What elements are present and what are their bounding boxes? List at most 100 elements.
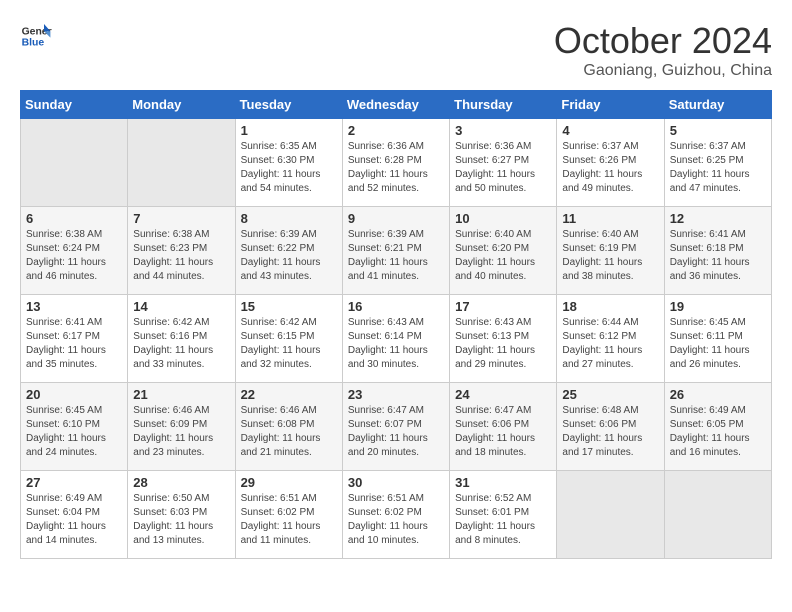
day-info: Sunrise: 6:49 AM Sunset: 6:05 PM Dayligh… [670, 404, 766, 460]
calendar-cell: 11 Sunrise: 6:40 AM Sunset: 6:19 PM Dayli… [557, 207, 664, 295]
weekday-header: Thursday [450, 91, 557, 119]
calendar-week-row: 20 Sunrise: 6:45 AM Sunset: 6:10 PM Dayli… [21, 383, 772, 471]
svg-text:Blue: Blue [22, 38, 45, 49]
day-number: 1 [241, 123, 337, 138]
calendar-cell: 2 Sunrise: 6:36 AM Sunset: 6:28 PM Daylig… [342, 119, 449, 207]
weekday-header: Monday [128, 91, 235, 119]
title-block: October 2024 Gaoniang, Guizhou, China [554, 20, 772, 80]
day-info: Sunrise: 6:49 AM Sunset: 6:04 PM Dayligh… [26, 492, 122, 548]
calendar-week-row: 13Sunrise: 6:41 AM Sunset: 6:17 PM Dayli… [21, 295, 772, 383]
weekday-header: Friday [557, 91, 664, 119]
day-info: Sunrise: 6:37 AM Sunset: 6:25 PM Dayligh… [670, 140, 766, 196]
calendar-week-row: 27 Sunrise: 6:49 AM Sunset: 6:04 PM Dayli… [21, 471, 772, 559]
calendar-cell: 30 Sunrise: 6:51 AM Sunset: 6:02 PM Dayli… [342, 471, 449, 559]
calendar-cell: 24Sunrise: 6:47 AM Sunset: 6:06 PM Dayli… [450, 383, 557, 471]
day-info: Sunrise: 6:44 AM Sunset: 6:12 PM Dayligh… [562, 316, 658, 372]
calendar-cell: 7 Sunrise: 6:38 AM Sunset: 6:23 PM Daylig… [128, 207, 235, 295]
calendar-cell: 28 Sunrise: 6:50 AM Sunset: 6:03 PM Dayli… [128, 471, 235, 559]
calendar-cell: 8 Sunrise: 6:39 AM Sunset: 6:22 PM Daylig… [235, 207, 342, 295]
day-info: Sunrise: 6:40 AM Sunset: 6:19 PM Dayligh… [562, 228, 658, 284]
day-info: Sunrise: 6:38 AM Sunset: 6:23 PM Dayligh… [133, 228, 229, 284]
day-number: 10 [455, 211, 551, 226]
calendar-cell: 4 Sunrise: 6:37 AM Sunset: 6:26 PM Daylig… [557, 119, 664, 207]
day-number: 28 [133, 475, 229, 490]
day-info: Sunrise: 6:36 AM Sunset: 6:27 PM Dayligh… [455, 140, 551, 196]
calendar-cell: 16 Sunrise: 6:43 AM Sunset: 6:14 PM Dayli… [342, 295, 449, 383]
day-number: 26 [670, 387, 766, 402]
day-info: Sunrise: 6:42 AM Sunset: 6:16 PM Dayligh… [133, 316, 229, 372]
calendar-cell [128, 119, 235, 207]
day-number: 29 [241, 475, 337, 490]
day-number: 17 [455, 299, 551, 314]
day-number: 21 [133, 387, 229, 402]
calendar-cell [21, 119, 128, 207]
logo: General Blue [20, 20, 52, 52]
day-number: 23 [348, 387, 444, 402]
calendar-week-row: 6 Sunrise: 6:38 AM Sunset: 6:24 PM Daylig… [21, 207, 772, 295]
day-number: 4 [562, 123, 658, 138]
weekday-header: Tuesday [235, 91, 342, 119]
day-info: Sunrise: 6:43 AM Sunset: 6:14 PM Dayligh… [348, 316, 444, 372]
calendar-cell: 1 Sunrise: 6:35 AM Sunset: 6:30 PM Daylig… [235, 119, 342, 207]
day-number: 25 [562, 387, 658, 402]
day-info: Sunrise: 6:51 AM Sunset: 6:02 PM Dayligh… [348, 492, 444, 548]
logo-icon: General Blue [20, 20, 52, 52]
day-info: Sunrise: 6:37 AM Sunset: 6:26 PM Dayligh… [562, 140, 658, 196]
day-number: 11 [562, 211, 658, 226]
day-number: 15 [241, 299, 337, 314]
calendar-cell: 21 Sunrise: 6:46 AM Sunset: 6:09 PM Dayli… [128, 383, 235, 471]
calendar-cell: 6 Sunrise: 6:38 AM Sunset: 6:24 PM Daylig… [21, 207, 128, 295]
calendar-cell: 14 Sunrise: 6:42 AM Sunset: 6:16 PM Dayli… [128, 295, 235, 383]
day-info: Sunrise: 6:35 AM Sunset: 6:30 PM Dayligh… [241, 140, 337, 196]
day-number: 30 [348, 475, 444, 490]
calendar-cell: 13Sunrise: 6:41 AM Sunset: 6:17 PM Dayli… [21, 295, 128, 383]
day-info: Sunrise: 6:52 AM Sunset: 6:01 PM Dayligh… [455, 492, 551, 548]
month-title: October 2024 [554, 20, 772, 62]
calendar-cell: 18Sunrise: 6:44 AM Sunset: 6:12 PM Dayli… [557, 295, 664, 383]
calendar-cell: 3 Sunrise: 6:36 AM Sunset: 6:27 PM Daylig… [450, 119, 557, 207]
weekday-header: Sunday [21, 91, 128, 119]
day-number: 27 [26, 475, 122, 490]
day-number: 24 [455, 387, 551, 402]
day-number: 20 [26, 387, 122, 402]
day-info: Sunrise: 6:48 AM Sunset: 6:06 PM Dayligh… [562, 404, 658, 460]
day-number: 3 [455, 123, 551, 138]
day-number: 8 [241, 211, 337, 226]
calendar-cell: 27 Sunrise: 6:49 AM Sunset: 6:04 PM Dayli… [21, 471, 128, 559]
day-number: 22 [241, 387, 337, 402]
day-info: Sunrise: 6:46 AM Sunset: 6:09 PM Dayligh… [133, 404, 229, 460]
day-info: Sunrise: 6:47 AM Sunset: 6:07 PM Dayligh… [348, 404, 444, 460]
day-number: 12 [670, 211, 766, 226]
day-info: Sunrise: 6:45 AM Sunset: 6:11 PM Dayligh… [670, 316, 766, 372]
calendar-table: SundayMondayTuesdayWednesdayThursdayFrid… [20, 90, 772, 559]
day-info: Sunrise: 6:38 AM Sunset: 6:24 PM Dayligh… [26, 228, 122, 284]
day-number: 31 [455, 475, 551, 490]
day-number: 5 [670, 123, 766, 138]
day-info: Sunrise: 6:46 AM Sunset: 6:08 PM Dayligh… [241, 404, 337, 460]
day-info: Sunrise: 6:39 AM Sunset: 6:22 PM Dayligh… [241, 228, 337, 284]
day-info: Sunrise: 6:36 AM Sunset: 6:28 PM Dayligh… [348, 140, 444, 196]
day-number: 2 [348, 123, 444, 138]
calendar-week-row: 1 Sunrise: 6:35 AM Sunset: 6:30 PM Daylig… [21, 119, 772, 207]
day-number: 14 [133, 299, 229, 314]
day-info: Sunrise: 6:51 AM Sunset: 6:02 PM Dayligh… [241, 492, 337, 548]
calendar-cell: 23 Sunrise: 6:47 AM Sunset: 6:07 PM Dayli… [342, 383, 449, 471]
day-number: 16 [348, 299, 444, 314]
calendar-cell [664, 471, 771, 559]
calendar-cell: 25 Sunrise: 6:48 AM Sunset: 6:06 PM Dayli… [557, 383, 664, 471]
day-info: Sunrise: 6:45 AM Sunset: 6:10 PM Dayligh… [26, 404, 122, 460]
day-info: Sunrise: 6:39 AM Sunset: 6:21 PM Dayligh… [348, 228, 444, 284]
day-info: Sunrise: 6:42 AM Sunset: 6:15 PM Dayligh… [241, 316, 337, 372]
calendar-cell: 29 Sunrise: 6:51 AM Sunset: 6:02 PM Dayli… [235, 471, 342, 559]
day-number: 7 [133, 211, 229, 226]
calendar-cell: 22 Sunrise: 6:46 AM Sunset: 6:08 PM Dayli… [235, 383, 342, 471]
calendar-cell: 31 Sunrise: 6:52 AM Sunset: 6:01 PM Dayli… [450, 471, 557, 559]
day-info: Sunrise: 6:43 AM Sunset: 6:13 PM Dayligh… [455, 316, 551, 372]
day-number: 9 [348, 211, 444, 226]
calendar-cell [557, 471, 664, 559]
day-number: 6 [26, 211, 122, 226]
day-info: Sunrise: 6:41 AM Sunset: 6:18 PM Dayligh… [670, 228, 766, 284]
calendar-cell: 10 Sunrise: 6:40 AM Sunset: 6:20 PM Dayli… [450, 207, 557, 295]
day-info: Sunrise: 6:40 AM Sunset: 6:20 PM Dayligh… [455, 228, 551, 284]
day-info: Sunrise: 6:50 AM Sunset: 6:03 PM Dayligh… [133, 492, 229, 548]
